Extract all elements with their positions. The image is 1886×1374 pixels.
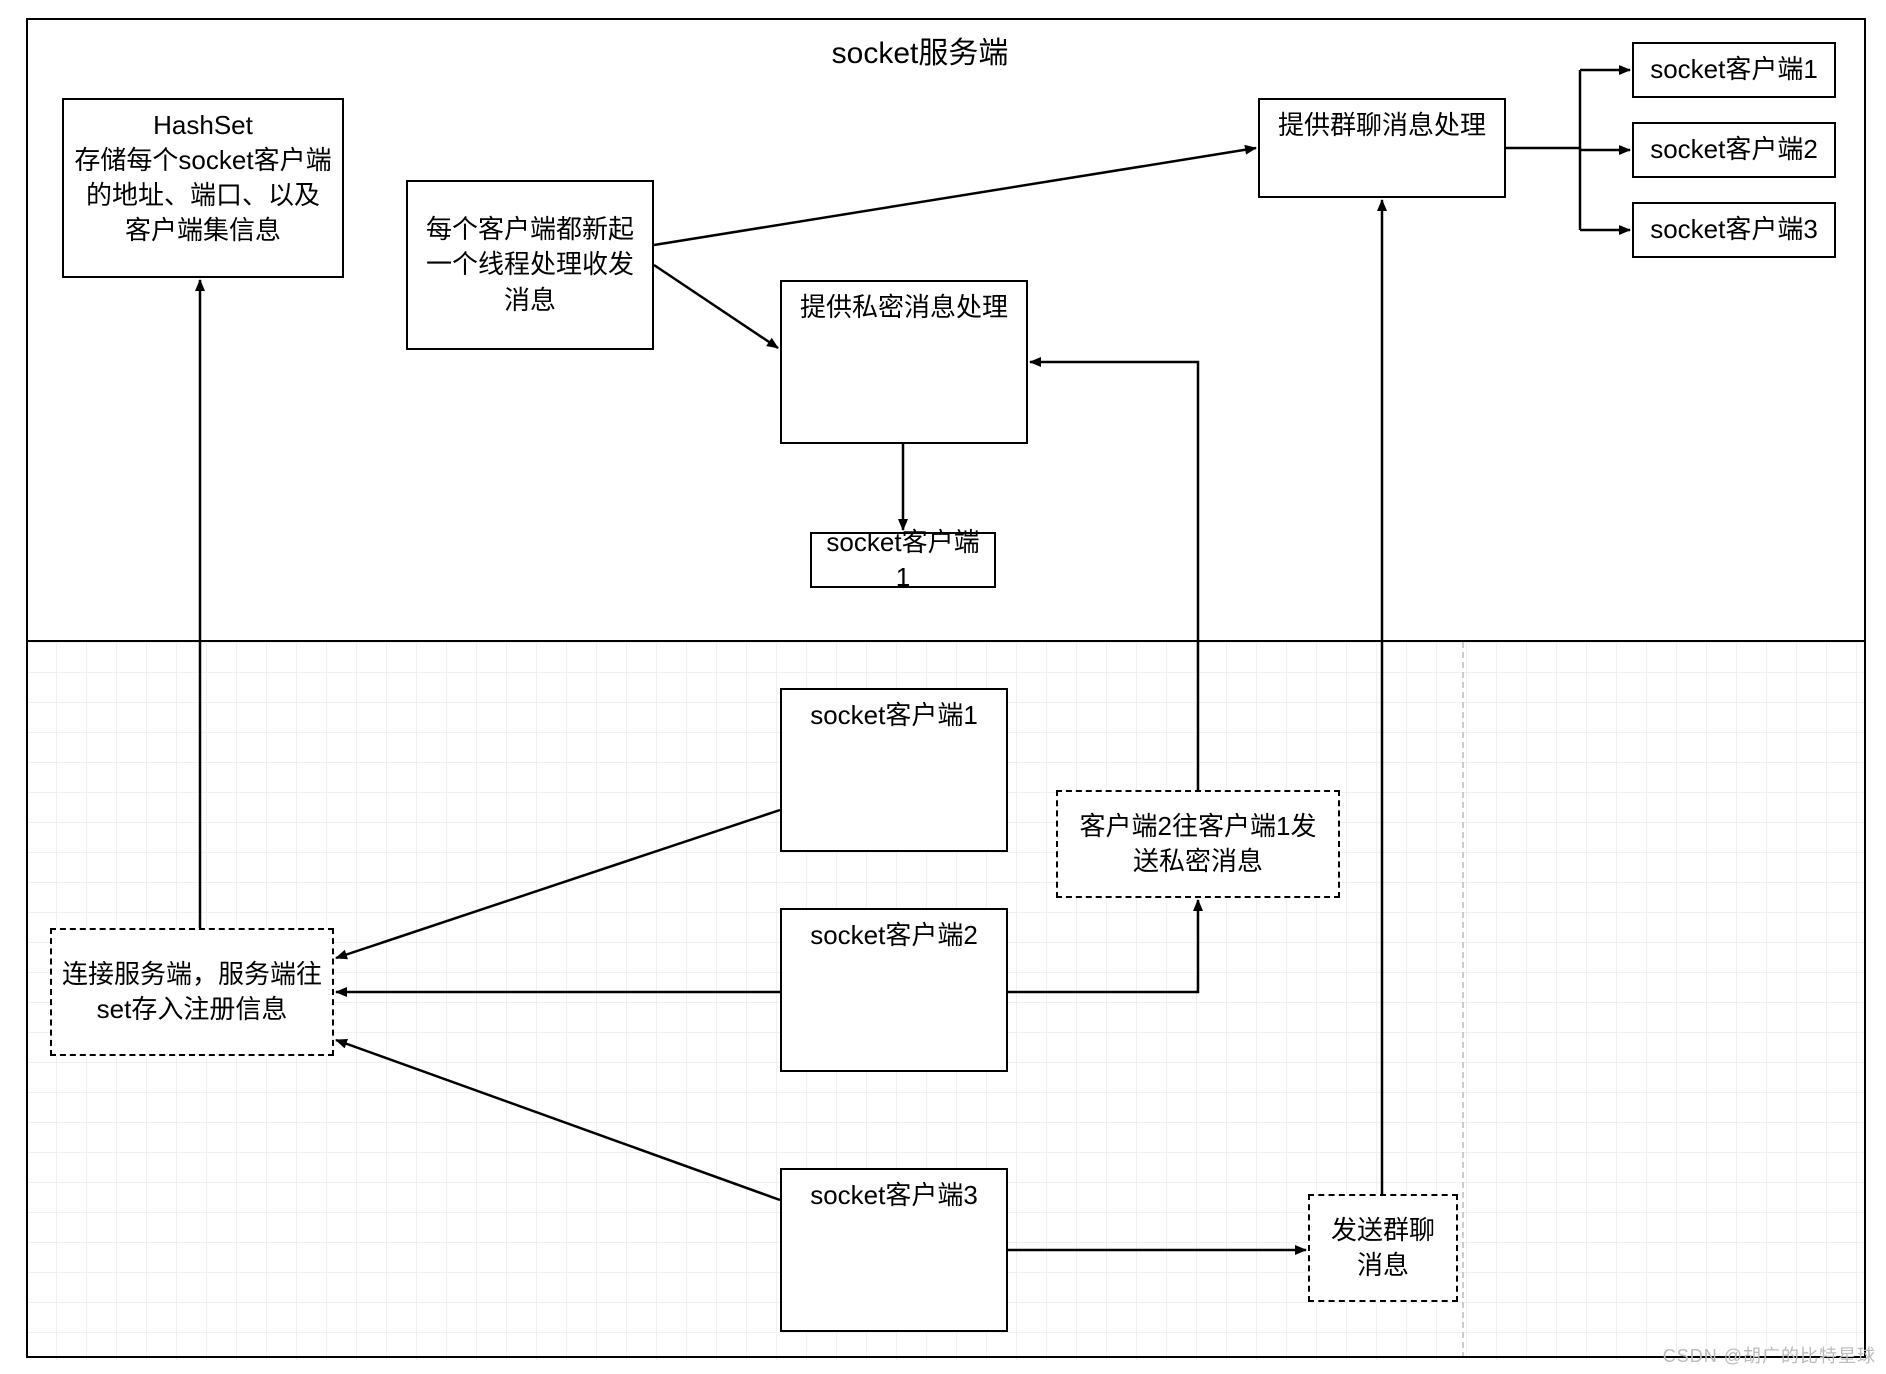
right-client-1-text: socket客户端1 xyxy=(1650,52,1818,87)
hashset-text: HashSet 存储每个socket客户端的地址、端口、以及客户端集信息 xyxy=(74,108,332,248)
private-target-client-text: socket客户端1 xyxy=(822,525,984,595)
private-msg-note-text: 客户端2往客户端1发送私密消息 xyxy=(1068,809,1328,879)
diagram-canvas: socket服务端 HashSet 存储每个socket客户端的地址、端口、以及… xyxy=(0,0,1886,1374)
connect-register-box: 连接服务端，服务端往set存入注册信息 xyxy=(50,928,334,1056)
private-handler-text: 提供私密消息处理 xyxy=(800,290,1008,325)
group-msg-note-box: 发送群聊 消息 xyxy=(1308,1194,1458,1302)
lower-client-2-box: socket客户端2 xyxy=(780,908,1008,1072)
thread-box: 每个客户端都新起一个线程处理收发消息 xyxy=(406,180,654,350)
right-client-1-box: socket客户端1 xyxy=(1632,42,1836,98)
thread-text: 每个客户端都新起一个线程处理收发消息 xyxy=(418,212,642,317)
private-target-client-box: socket客户端1 xyxy=(810,532,996,588)
private-msg-note-box: 客户端2往客户端1发送私密消息 xyxy=(1056,790,1340,898)
group-msg-note-text: 发送群聊 消息 xyxy=(1331,1213,1435,1283)
right-client-2-box: socket客户端2 xyxy=(1632,122,1836,178)
lower-client-1-text: socket客户端1 xyxy=(810,698,978,733)
connect-register-text: 连接服务端，服务端往set存入注册信息 xyxy=(62,957,322,1027)
private-handler-box: 提供私密消息处理 xyxy=(780,280,1028,444)
group-handler-text: 提供群聊消息处理 xyxy=(1278,108,1486,143)
lower-client-3-box: socket客户端3 xyxy=(780,1168,1008,1332)
right-client-2-text: socket客户端2 xyxy=(1650,132,1818,167)
server-title: socket服务端 xyxy=(760,28,1080,72)
right-client-3-text: socket客户端3 xyxy=(1650,212,1818,247)
right-client-3-box: socket客户端3 xyxy=(1632,202,1836,258)
lower-client-1-box: socket客户端1 xyxy=(780,688,1008,852)
hashset-box: HashSet 存储每个socket客户端的地址、端口、以及客户端集信息 xyxy=(62,98,344,278)
watermark: CSDN @胡广的比特星球 xyxy=(1663,1342,1876,1368)
lower-client-2-text: socket客户端2 xyxy=(810,918,978,953)
lower-client-3-text: socket客户端3 xyxy=(810,1178,978,1213)
group-handler-box: 提供群聊消息处理 xyxy=(1258,98,1506,198)
